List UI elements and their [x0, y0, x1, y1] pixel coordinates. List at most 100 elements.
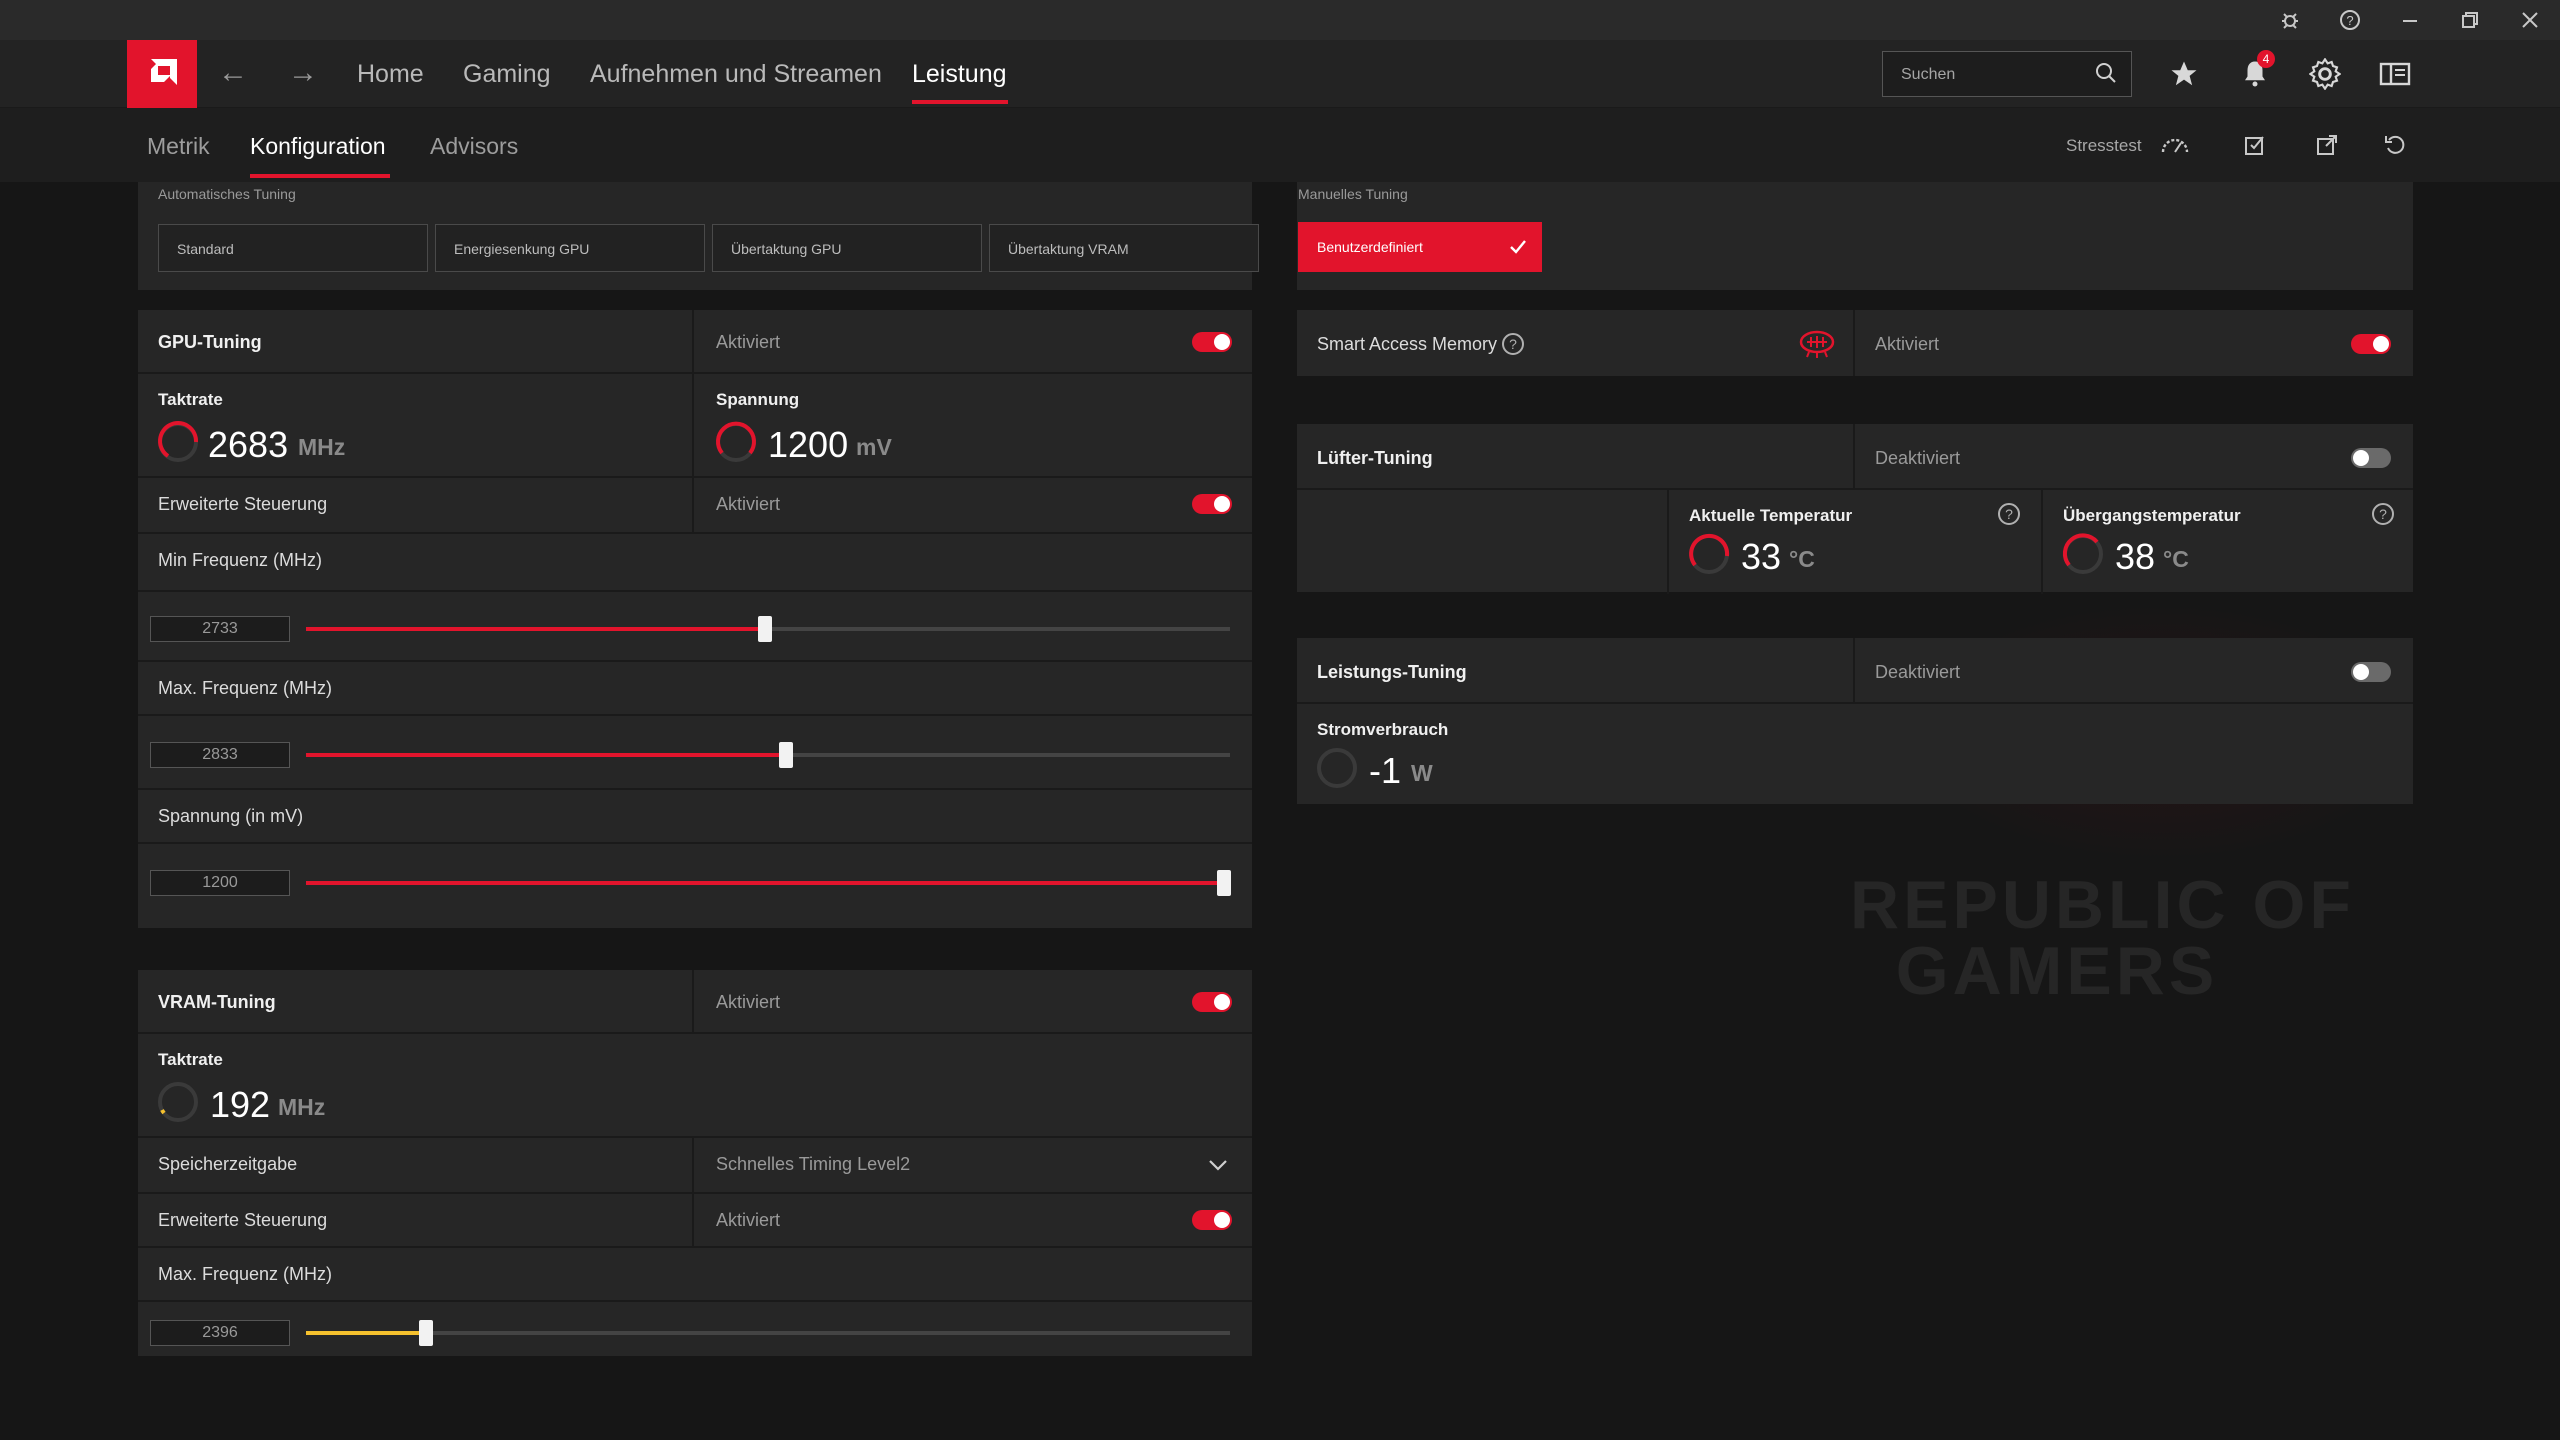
fan-tuning-toggle[interactable]: [2351, 448, 2391, 468]
content-area: REPUBLIC OF GAMERS Automatisches Tuning …: [0, 182, 2560, 1440]
help-icon[interactable]: ?: [2330, 4, 2370, 36]
vram-advanced-state: Aktiviert: [716, 1210, 781, 1230]
reset-icon[interactable]: [2378, 128, 2412, 162]
divider: [692, 478, 694, 532]
divider: [692, 1194, 694, 1246]
vram-max-freq-label: Max. Frequenz (MHz): [158, 1264, 333, 1284]
nav-record-stream[interactable]: Aufnehmen und Streamen: [590, 60, 882, 89]
smart-access-memory-panel: Smart Access Memory ? Aktiviert: [1297, 310, 2413, 376]
manual-tuning-label: Manuelles Tuning: [1298, 186, 1408, 202]
power-gauge-icon: [1317, 748, 1357, 788]
title-bar: ?: [0, 0, 2560, 40]
divider: [1853, 638, 1855, 702]
gpu-max-freq-label: Max. Frequenz (MHz): [158, 678, 333, 698]
fan-readings-row: Aktuelle Temperatur ? 33 °C Übergangstem…: [1297, 488, 2413, 594]
vram-max-freq-input[interactable]: 2396: [150, 1320, 290, 1346]
gpu-advanced-label: Erweiterte Steuerung: [158, 494, 328, 514]
divider: [2041, 490, 2043, 594]
export-profile-icon[interactable]: [2310, 128, 2344, 162]
fan-tuning-state: Deaktiviert: [1875, 448, 1961, 468]
gpu-voltage-label: Spannung: [716, 390, 800, 409]
manual-tuning-panel: Manuelles Tuning Benutzerdefiniert: [1297, 182, 2413, 290]
nav-home[interactable]: Home: [357, 60, 424, 89]
sidebar-panel-icon[interactable]: [2375, 54, 2415, 94]
transition-temp-unit: °C: [2163, 546, 2189, 572]
gpu-clock-gauge-icon: [158, 421, 199, 462]
import-profile-icon[interactable]: [2238, 128, 2272, 162]
restore-icon[interactable]: [2450, 4, 2490, 36]
gpu-max-freq-slider[interactable]: [306, 742, 1230, 768]
favorites-star-icon[interactable]: [2164, 54, 2204, 94]
gpu-max-freq-input[interactable]: 2833: [150, 742, 290, 768]
divider: [692, 374, 694, 478]
vram-advanced-row: Erweiterte Steuerung Aktiviert: [138, 1192, 1252, 1246]
transition-temp-help-icon[interactable]: ?: [2371, 502, 2395, 526]
tab-metrics[interactable]: Metrik: [147, 133, 210, 160]
search-input[interactable]: Suchen: [1882, 51, 2132, 97]
current-temp-value: 33: [1741, 536, 1782, 577]
current-temp-help-icon[interactable]: ?: [1997, 502, 2021, 526]
power-readings-row: Stromverbrauch -1 W: [1297, 702, 2413, 804]
tab-advisors[interactable]: Advisors: [430, 133, 518, 160]
divider: [1853, 310, 1855, 376]
nav-performance[interactable]: Leistung: [912, 60, 1007, 89]
power-tuning-toggle[interactable]: [2351, 662, 2391, 682]
vram-timing-label: Speicherzeitgabe: [158, 1154, 298, 1174]
forward-arrow-icon[interactable]: →: [288, 56, 318, 90]
notification-badge: 4: [2257, 50, 2275, 68]
gpu-advanced-toggle[interactable]: [1192, 494, 1232, 514]
settings-gear-icon[interactable]: [2305, 54, 2345, 94]
power-consumption-value: -1: [1369, 750, 1402, 791]
gpu-voltage-input[interactable]: 1200: [150, 870, 290, 896]
back-arrow-icon[interactable]: ←: [218, 56, 248, 90]
sam-toggle[interactable]: [2351, 334, 2391, 354]
amd-logo[interactable]: [127, 40, 197, 108]
divider: [1667, 490, 1669, 594]
gpu-tuning-toggle[interactable]: [1192, 332, 1232, 352]
gpu-voltage-unit: mV: [856, 434, 892, 460]
gpu-voltage-slider[interactable]: [306, 870, 1231, 896]
gpu-slider-min-row: Min Frequenz (MHz) 2733: [138, 532, 1252, 660]
gpu-voltage-value: 1200: [768, 424, 849, 465]
sam-help-icon[interactable]: ?: [1501, 332, 1525, 356]
fan-tuning-panel: Lüfter-Tuning Deaktiviert Aktuelle Tempe…: [1297, 424, 2413, 594]
vram-timing-row: Speicherzeitgabe Schnelles Timing Level2: [138, 1136, 1252, 1192]
transition-temp-label: Übergangstemperatur: [2063, 506, 2241, 525]
power-tuning-panel: Leistungs-Tuning Deaktiviert Stromverbra…: [1297, 638, 2413, 804]
sam-state: Aktiviert: [1875, 334, 1940, 354]
stresstest-gauge-icon[interactable]: [2158, 128, 2192, 162]
preset-standard-button[interactable]: Standard: [158, 224, 428, 272]
gpu-advanced-state: Aktiviert: [716, 494, 781, 514]
vram-tuning-toggle[interactable]: [1192, 992, 1232, 1012]
divider: [692, 970, 694, 1032]
gpu-min-freq-slider[interactable]: [306, 616, 1230, 642]
vram-timing-select[interactable]: Schnelles Timing Level2: [716, 1154, 910, 1175]
background-artwork: REPUBLIC OF GAMERS: [1850, 867, 2355, 1009]
chevron-down-icon[interactable]: [1208, 1158, 1228, 1172]
gpu-slider-voltage-row: Spannung (in mV) 1200: [138, 788, 1252, 928]
close-icon[interactable]: [2510, 4, 2550, 36]
vram-clock-unit: MHz: [278, 1094, 326, 1120]
vram-advanced-toggle[interactable]: [1192, 1210, 1232, 1230]
minimize-icon[interactable]: [2390, 4, 2430, 36]
preset-gpu-overclock-button[interactable]: Übertaktung GPU: [712, 224, 982, 272]
preset-gpu-undervolt-button[interactable]: Energiesenkung GPU: [435, 224, 705, 272]
preset-custom-button[interactable]: Benutzerdefiniert: [1298, 222, 1542, 272]
vram-clock-gauge-icon: [158, 1082, 198, 1122]
gpu-min-freq-input[interactable]: 2733: [150, 616, 290, 642]
vram-tuning-state: Aktiviert: [716, 992, 781, 1012]
notifications-bell-icon[interactable]: 4: [2235, 50, 2275, 94]
gpu-tuning-state: Aktiviert: [716, 332, 781, 352]
top-navigation: ← → Home Gaming Aufnehmen und Streamen L…: [0, 40, 2560, 108]
search-icon[interactable]: [2093, 60, 2119, 91]
vram-slider-row: Max. Frequenz (MHz) 2396: [138, 1246, 1252, 1356]
tab-configuration[interactable]: Konfiguration: [250, 133, 386, 160]
bug-report-icon[interactable]: [2270, 4, 2310, 36]
vram-max-freq-slider[interactable]: [306, 1320, 1230, 1346]
current-temp-gauge-icon: [1689, 533, 1730, 574]
preset-vram-overclock-button[interactable]: Übertaktung VRAM: [989, 224, 1259, 272]
power-consumption-unit: W: [1411, 760, 1433, 786]
stresstest-label[interactable]: Stresstest: [2066, 136, 2142, 156]
nav-gaming[interactable]: Gaming: [463, 60, 551, 89]
power-tuning-state: Deaktiviert: [1875, 662, 1961, 682]
